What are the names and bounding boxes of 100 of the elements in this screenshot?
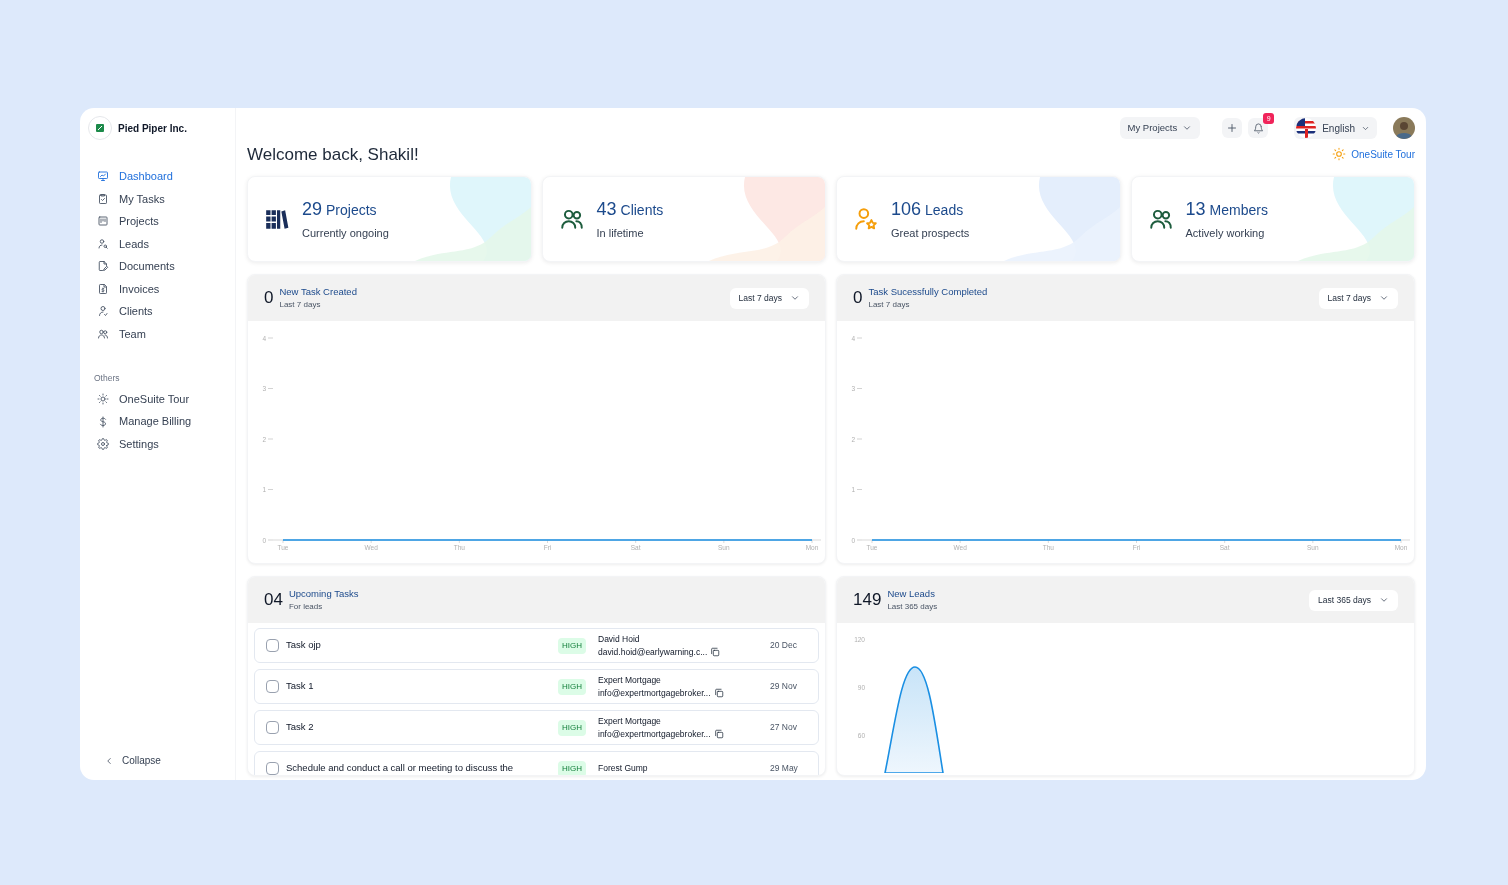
- project-menu[interactable]: My Projects: [1119, 117, 1201, 139]
- company-name: Pied Piper Inc.: [118, 121, 187, 136]
- chevron-down-icon: [1379, 595, 1389, 605]
- task-title: Task 2: [286, 720, 315, 735]
- nav-item[interactable]: OneSuite Tour: [88, 387, 227, 411]
- task-row[interactable]: Task 2 HIGH Expert Mortgage info@expertmortgagebroker... 27 Nov: [254, 710, 819, 745]
- stat-label: Clients: [620, 201, 664, 221]
- section-heading: Others: [93, 372, 121, 385]
- stat-caption: Currently ongoing: [302, 226, 389, 242]
- card-subtitle: Last 365 days: [887, 601, 938, 614]
- stat-caption: Actively working: [1185, 226, 1266, 242]
- person-star-icon: [853, 206, 879, 232]
- stat-value: 43: [596, 198, 617, 222]
- nav-item[interactable]: Leads: [88, 232, 227, 255]
- document-pen-icon: [97, 260, 109, 273]
- flag-icon: [1296, 118, 1317, 138]
- person-search-icon: [97, 237, 109, 250]
- due-date: 29 Nov: [770, 680, 798, 693]
- add-button[interactable]: [1222, 118, 1243, 138]
- checkbox[interactable]: [266, 762, 279, 775]
- language-menu[interactable]: English: [1294, 117, 1377, 139]
- task-title: Task ojp: [286, 638, 322, 653]
- stat-value: 106: [891, 198, 922, 222]
- due-date: 29 May: [770, 762, 799, 775]
- nav-item[interactable]: Projects: [88, 210, 227, 233]
- checkbox[interactable]: [266, 721, 279, 734]
- priority-tag: HIGH: [558, 760, 586, 775]
- due-date: 20 Dec: [770, 639, 798, 652]
- stat-caption: Great prospects: [891, 226, 970, 242]
- priority-tag: HIGH: [558, 719, 586, 736]
- settings-icon: [97, 438, 109, 450]
- priority-tag: HIGH: [558, 678, 586, 695]
- stat-label: Members: [1209, 201, 1268, 221]
- task-row[interactable]: Task 1 HIGH Expert Mortgage info@expertmortgagebroker... 29 Nov: [254, 669, 819, 704]
- stat-label: Leads: [925, 201, 964, 221]
- card-title: New Task Created: [279, 284, 357, 299]
- person-icon: [97, 305, 109, 318]
- card-subtitle: For leads: [288, 601, 324, 614]
- chevron-left-icon: [104, 755, 114, 766]
- count: 0: [853, 287, 863, 310]
- avatar[interactable]: [1393, 117, 1415, 139]
- card-subtitle: Last 7 days: [279, 299, 322, 312]
- dollar-icon: [97, 415, 109, 428]
- stat-value: 29: [302, 198, 323, 222]
- clipboard-check-icon: [97, 192, 109, 205]
- tour-link[interactable]: OneSuite Tour: [1332, 146, 1415, 162]
- document-dollar-icon: [97, 282, 109, 295]
- plus-icon: [1226, 122, 1239, 134]
- copy-icon[interactable]: [713, 687, 724, 698]
- welcome-heading: Welcome back, Shakil!: [247, 144, 419, 167]
- task-row[interactable]: Schedule and conduct a call or meeting to discuss the HIGH Forest Gump 29 May: [254, 751, 819, 775]
- nav-item[interactable]: My Tasks: [88, 187, 227, 210]
- nav-item[interactable]: Settings: [88, 432, 227, 456]
- nav-item[interactable]: Documents: [88, 255, 227, 278]
- card-title: Upcoming Tasks: [288, 586, 359, 601]
- nav-item[interactable]: Manage Billing: [88, 410, 227, 433]
- stat-value: 13: [1185, 198, 1206, 222]
- checkbox[interactable]: [266, 639, 279, 652]
- copy-icon[interactable]: [713, 728, 724, 739]
- contact-email: info@expertmortgagebroker...: [598, 727, 711, 741]
- card-subtitle: Last 7 days: [868, 299, 911, 312]
- sun-icon: [1332, 147, 1347, 161]
- monitor-icon: [97, 170, 109, 183]
- sun-icon: [97, 393, 109, 405]
- leaf-icon: [95, 123, 105, 133]
- priority-tag: HIGH: [558, 637, 586, 654]
- nav-item[interactable]: Clients: [88, 300, 227, 323]
- count: 149: [853, 589, 882, 612]
- card-title: Task Sucessfully Completed: [868, 284, 988, 299]
- contact-name: Expert Mortgage: [598, 673, 662, 687]
- contact-name: David Hoid: [598, 632, 641, 646]
- checkbox[interactable]: [266, 680, 279, 693]
- task-title: Schedule and conduct a call or meeting to discuss the: [286, 761, 515, 775]
- chevron-down-icon: [1379, 293, 1389, 303]
- stat-label: Projects: [326, 201, 377, 221]
- range-dropdown[interactable]: Last 7 days: [729, 287, 809, 309]
- copy-icon[interactable]: [710, 646, 721, 657]
- contact-email: david.hoid@earlywarning.c...: [598, 645, 708, 659]
- people-icon: [97, 327, 109, 340]
- board-icon: [97, 215, 109, 228]
- contact-name: Forest Gump: [598, 762, 649, 775]
- due-date: 27 Nov: [770, 721, 798, 734]
- nav-item[interactable]: Team: [88, 322, 227, 345]
- collapse-button[interactable]: Collapse: [88, 753, 227, 768]
- bell-icon: [1252, 122, 1264, 134]
- task-title: Task 1: [286, 679, 315, 694]
- contact-name: Expert Mortgage: [598, 714, 662, 728]
- card-title: New Leads: [887, 586, 936, 601]
- chevron-down-icon: [1182, 123, 1193, 133]
- task-row[interactable]: Task ojp HIGH David Hoid david.hoid@earlywarning.c... 20 Dec: [254, 628, 819, 663]
- nav-item[interactable]: Dashboard: [88, 165, 227, 188]
- count: 04: [264, 589, 283, 612]
- chevron-down-icon: [790, 293, 800, 303]
- range-dropdown[interactable]: Last 365 days: [1309, 589, 1398, 611]
- notifications-button[interactable]: [1248, 118, 1269, 138]
- count: 0: [264, 287, 274, 310]
- stat-caption: In lifetime: [596, 226, 645, 242]
- nav-item[interactable]: Invoices: [88, 277, 227, 300]
- contact-email: info@expertmortgagebroker...: [598, 686, 711, 700]
- range-dropdown[interactable]: Last 7 days: [1318, 287, 1398, 309]
